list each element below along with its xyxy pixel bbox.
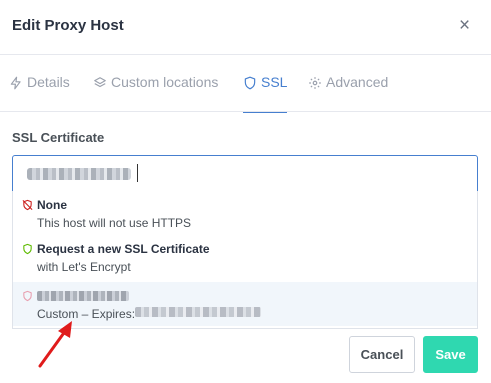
modal-title: Edit Proxy Host — [12, 17, 124, 34]
text-caret — [137, 164, 138, 182]
option-request-new-certificate[interactable]: Request a new SSL Certificate with Let's… — [13, 235, 477, 279]
option-request-new-title: Request a new SSL Certificate — [37, 242, 210, 256]
tab-advanced-label: Advanced — [326, 74, 389, 90]
blurred-search-text — [27, 168, 131, 180]
bolt-icon — [10, 76, 21, 90]
tab-details[interactable]: Details — [9, 74, 70, 112]
option-none-subtitle: This host will not use HTTPS — [37, 216, 192, 230]
tab-ssl[interactable]: SSL — [243, 74, 288, 113]
option-custom-certificate[interactable]: Custom – Expires: — [13, 282, 477, 326]
tab-ssl-label: SSL — [261, 74, 288, 90]
tab-bar: Details Custom locations SSL Advanced — [0, 55, 491, 113]
shield-icon — [23, 243, 32, 255]
option-request-new-subtitle: with Let's Encrypt — [37, 260, 131, 274]
gear-icon — [309, 77, 321, 89]
modal-header: Edit Proxy Host × — [0, 0, 491, 55]
option-none-title: None — [37, 198, 67, 212]
tab-custom-locations[interactable]: Custom locations — [93, 74, 218, 112]
shield-icon — [244, 76, 256, 90]
ssl-certificate-dropdown: None This host will not use HTTPS Reques… — [12, 191, 478, 329]
option-none[interactable]: None This host will not use HTTPS — [13, 191, 477, 235]
shield-off-icon — [22, 199, 33, 211]
ssl-certificate-select[interactable] — [12, 155, 478, 192]
tab-advanced[interactable]: Advanced — [308, 74, 388, 112]
cancel-button[interactable]: Cancel — [349, 336, 415, 373]
layers-icon — [94, 77, 106, 88]
blurred-expiry-date — [135, 307, 261, 317]
tab-details-label: Details — [27, 74, 70, 90]
save-button[interactable]: Save — [423, 336, 478, 373]
annotation-arrow — [38, 321, 72, 368]
ssl-certificate-label: SSL Certificate — [12, 130, 105, 145]
shield-icon — [23, 290, 32, 302]
tab-custom-locations-label: Custom locations — [111, 74, 219, 90]
blurred-certificate-name — [37, 291, 129, 301]
close-icon[interactable]: × — [459, 16, 470, 35]
edit-proxy-host-modal: Edit Proxy Host × Details Custom locatio… — [0, 0, 491, 383]
